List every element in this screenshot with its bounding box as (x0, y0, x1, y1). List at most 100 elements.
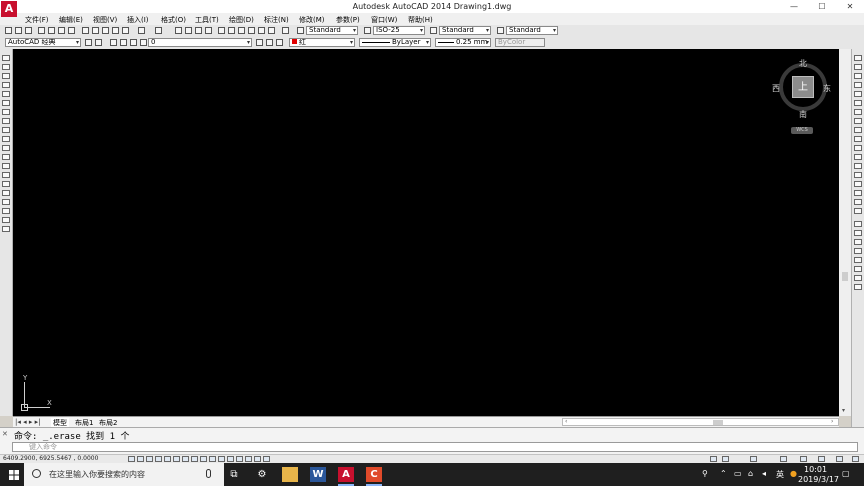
mleader-style-select[interactable]: Standard ▾ (506, 26, 558, 35)
color-select[interactable]: 红 ▾ (289, 38, 355, 47)
lineweight-display-icon[interactable] (218, 456, 225, 462)
zoom-window-icon[interactable] (195, 27, 202, 34)
menu-dimension[interactable]: 标注(N) (264, 15, 289, 25)
lineweight-select[interactable]: 0.25 mm ▾ (435, 38, 491, 47)
autocad-taskbar-icon[interactable]: A (338, 467, 354, 482)
gradient-icon[interactable] (2, 190, 10, 196)
polygon-icon[interactable] (2, 82, 10, 88)
copy-icon[interactable] (92, 27, 99, 34)
transparency-icon[interactable] (227, 456, 234, 462)
other-app-taskbar-icon[interactable]: C (366, 467, 382, 482)
break-at-point-icon[interactable] (854, 154, 862, 160)
model-space-icon[interactable] (263, 456, 270, 462)
join-icon[interactable] (854, 172, 862, 178)
snap-mode-icon[interactable] (137, 456, 144, 462)
tool-palettes-icon[interactable] (238, 27, 245, 34)
settings-gear-icon[interactable]: ⚙ (254, 467, 270, 482)
help-icon[interactable] (282, 27, 289, 34)
copy-object-icon[interactable] (854, 64, 862, 70)
menu-modify[interactable]: 修改(M) (299, 15, 325, 25)
autocad-logo-icon[interactable]: A (1, 1, 17, 17)
vertical-scrollbar[interactable]: ▾ (839, 49, 851, 416)
stretch-icon[interactable] (854, 127, 862, 133)
polar-tracking-icon[interactable] (164, 456, 171, 462)
dim-style-select[interactable]: ISO-25 ▾ (373, 26, 425, 35)
viewcube[interactable]: 上 北 南 东 西 WCS (772, 58, 832, 138)
vertical-scroll-thumb[interactable] (842, 272, 848, 281)
menu-tools[interactable]: 工具(T) (195, 15, 219, 25)
erase-icon[interactable] (854, 55, 862, 61)
dimension-continue-icon[interactable] (854, 284, 862, 290)
taskbar-search-box[interactable]: 在这里输入你要搜索的内容 (24, 463, 224, 486)
design-center-icon[interactable] (228, 27, 235, 34)
extend-icon[interactable] (854, 145, 862, 151)
ortho-mode-icon[interactable] (155, 456, 162, 462)
move-icon[interactable] (854, 100, 862, 106)
chamfer-icon[interactable] (854, 181, 862, 187)
network-icon[interactable]: ⌂ (748, 469, 753, 478)
new-icon[interactable] (5, 27, 12, 34)
battery-icon[interactable]: ▭ (734, 469, 742, 478)
scroll-left-arrow-icon[interactable]: ‹ (565, 418, 567, 425)
dimension-radius-icon[interactable] (854, 248, 862, 254)
taskbar-clock-date[interactable]: 2019/3/17 (798, 475, 839, 484)
match-properties-icon[interactable] (112, 27, 119, 34)
dynamic-ucs-icon[interactable] (200, 456, 207, 462)
wcs-menu-button[interactable]: WCS (791, 127, 813, 134)
drawing-canvas[interactable] (13, 49, 839, 416)
explode-icon[interactable] (854, 208, 862, 214)
annotation-visibility-icon[interactable] (722, 456, 729, 462)
chevron-up-icon[interactable]: ⌃ (720, 469, 727, 478)
microphone-icon[interactable] (206, 469, 211, 478)
hardware-acceleration-icon[interactable] (818, 456, 825, 462)
rectangle-icon[interactable] (2, 91, 10, 97)
circle-icon[interactable] (2, 109, 10, 115)
insert-block-icon[interactable] (2, 154, 10, 160)
workspace-settings-icon[interactable] (85, 39, 92, 46)
annotation-scale-icon[interactable] (710, 456, 717, 462)
scale-icon[interactable] (854, 118, 862, 124)
multiline-text-icon[interactable] (2, 217, 10, 223)
trim-icon[interactable] (854, 136, 862, 142)
3d-dwf-icon[interactable] (68, 27, 75, 34)
region-icon[interactable] (2, 199, 10, 205)
layer-freeze-icon[interactable] (140, 39, 147, 46)
rotate-icon[interactable] (854, 109, 862, 115)
layer-match-icon[interactable] (276, 39, 283, 46)
tab-navigation-arrows[interactable]: |◂ ◂ ▸ ▸| (15, 418, 40, 426)
dimension-baseline-icon[interactable] (854, 275, 862, 281)
compass-west[interactable]: 西 (772, 83, 780, 94)
hatch-icon[interactable] (2, 181, 10, 187)
ime-indicator[interactable]: 英 (776, 469, 784, 480)
polyline-icon[interactable] (2, 73, 10, 79)
workspace-switching-icon[interactable] (750, 456, 757, 462)
customization-icon[interactable] (852, 456, 859, 462)
command-input[interactable]: 键入命令 (12, 442, 858, 452)
compass-east[interactable]: 东 (823, 83, 831, 94)
layer-state-icon[interactable] (120, 39, 127, 46)
point-icon[interactable] (2, 172, 10, 178)
menu-view[interactable]: 视图(V) (93, 15, 117, 25)
close-icon[interactable]: ✕ (2, 431, 9, 438)
windows-start-icon[interactable] (9, 470, 19, 480)
clean-screen-icon[interactable] (836, 456, 843, 462)
table-icon[interactable] (2, 208, 10, 214)
text-style-select[interactable]: Standard ▾ (306, 26, 358, 35)
add-selected-icon[interactable] (2, 226, 10, 232)
file-explorer-icon[interactable] (282, 467, 298, 482)
selection-cycling-icon[interactable] (245, 456, 252, 462)
horizontal-scrollbar[interactable]: ‹ › (562, 418, 839, 426)
menu-help[interactable]: 帮助(H) (408, 15, 433, 25)
undo-icon[interactable] (138, 27, 145, 34)
dimension-arc-icon[interactable] (854, 266, 862, 272)
zoom-previous-icon[interactable] (205, 27, 212, 34)
lock-ui-icon[interactable] (780, 456, 787, 462)
people-icon[interactable]: ⚲ (702, 469, 708, 478)
dynamic-input-icon[interactable] (209, 456, 216, 462)
mirror-icon[interactable] (854, 73, 862, 79)
workspace-save-icon[interactable] (95, 39, 102, 46)
compass-north[interactable]: 北 (799, 58, 807, 69)
arc-icon[interactable] (2, 100, 10, 106)
open-icon[interactable] (15, 27, 22, 34)
properties-icon[interactable] (218, 27, 225, 34)
